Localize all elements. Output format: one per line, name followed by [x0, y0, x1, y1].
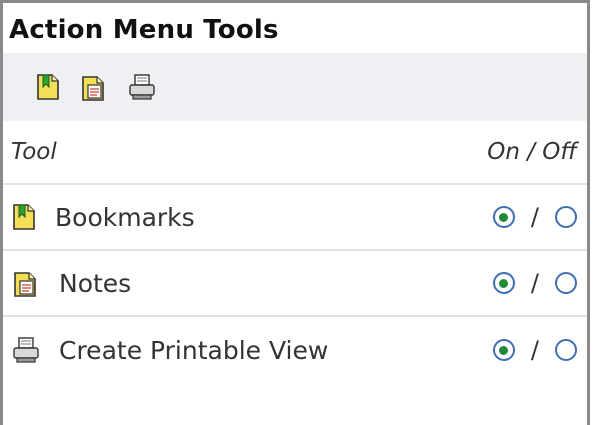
onoff-separator: / [530, 269, 539, 297]
notes-off-radio[interactable] [555, 272, 577, 294]
notes-icon [11, 268, 41, 298]
notes-icon[interactable] [79, 72, 109, 102]
bookmarks-on-radio[interactable] [492, 206, 515, 228]
onoff-separator: / [530, 203, 539, 231]
bookmarks-off-radio[interactable] [555, 206, 577, 228]
tool-row-create-printable-view: Create Printable View / [3, 317, 587, 383]
create-printable-view-off-radio[interactable] [555, 339, 577, 361]
tool-label-create-printable-view: Create Printable View [59, 335, 329, 365]
tool-label-bookmarks: Bookmarks [55, 202, 195, 232]
onoff-separator: / [530, 336, 539, 364]
create-printable-view-on-radio[interactable] [492, 339, 515, 361]
bookmark-icon [11, 202, 37, 232]
tool-row-notes: Notes / [3, 251, 587, 317]
onoff-column-header: On / Off [487, 139, 577, 165]
toolbar [3, 53, 587, 121]
bookmark-icon[interactable] [35, 72, 61, 102]
tool-row-bookmarks: Bookmarks / [3, 185, 587, 251]
notes-on-radio[interactable] [492, 272, 515, 294]
printer-icon[interactable] [127, 72, 157, 102]
action-menu-tools-panel: Action Menu Tools Tool On / Off Bookmark… [0, 0, 590, 425]
printer-icon [11, 335, 41, 365]
tool-column-header: Tool [11, 139, 57, 165]
table-header: Tool On / Off [3, 121, 587, 185]
panel-title: Action Menu Tools [9, 15, 279, 45]
tool-label-notes: Notes [59, 268, 132, 298]
